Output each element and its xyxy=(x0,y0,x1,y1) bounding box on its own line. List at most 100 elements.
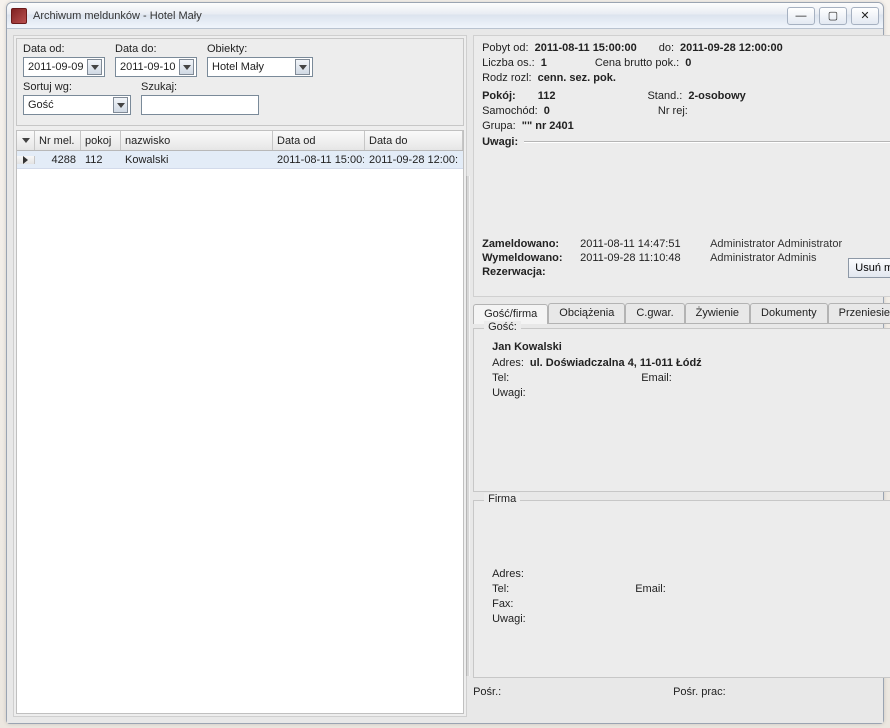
dropdown-icon xyxy=(179,59,194,75)
data-do-value: 2011-09-10 xyxy=(118,61,179,73)
samochod-value: 0 xyxy=(544,105,550,117)
tab-obciazenia[interactable]: Obciążenia xyxy=(548,303,625,323)
posr-prac-label: Pośr. prac: xyxy=(673,686,726,698)
cena-brutto-label: Cena brutto pok.: xyxy=(595,57,679,69)
company-legend: Firma xyxy=(484,493,520,505)
col-pokoj[interactable]: pokoj xyxy=(81,131,121,150)
zameld-who: Administrator Administrator xyxy=(710,238,842,250)
company-groupbox: Firma Adres: Tel: Email: Fax: Uwagi: xyxy=(473,500,890,678)
guest-legend: Gość: xyxy=(484,321,521,333)
col-nazwisko[interactable]: nazwisko xyxy=(121,131,273,150)
stay-info-panel: Pobyt od: 2011-08-11 15:00:00 do: 2011-0… xyxy=(473,35,890,297)
pobyt-do-value: 2011-09-28 12:00:00 xyxy=(680,42,783,54)
pobyt-do-label: do: xyxy=(659,42,674,54)
wymeld-label: Wymeldowano: xyxy=(482,252,580,264)
maximize-button[interactable]: ▢ xyxy=(819,7,847,25)
pokoj-label: Pokój: xyxy=(482,90,516,102)
filters-panel: Data od: 2011-09-09 Data do: 2011-09-10 xyxy=(16,38,464,126)
posr-label: Pośr.: xyxy=(473,686,673,698)
delete-registration-button[interactable]: Usuń meldunek xyxy=(848,258,890,278)
obiekty-combo[interactable]: Hotel Mały xyxy=(207,57,313,77)
pobyt-od-value: 2011-08-11 15:00:00 xyxy=(535,42,637,54)
tab-zywienie[interactable]: Żywienie xyxy=(685,303,750,323)
close-icon: ✕ xyxy=(860,9,869,22)
company-adres-label: Adres: xyxy=(492,568,524,580)
guest-adres-label: Adres: xyxy=(492,357,524,369)
guest-adres-value: ul. Doświadczalna 4, 11-011 Łódź xyxy=(530,357,702,369)
data-od-value: 2011-09-09 xyxy=(26,61,87,73)
grid-header-row: Nr mel. pokoj nazwisko Data od Data do xyxy=(17,131,463,151)
data-do-combo[interactable]: 2011-09-10 xyxy=(115,57,197,77)
rodz-rozl-label: Rodz rozl: xyxy=(482,72,532,84)
cena-brutto-value: 0 xyxy=(685,57,691,69)
cell-dataod: 2011-08-11 15:00: xyxy=(273,154,365,166)
col-datado[interactable]: Data do xyxy=(365,131,463,150)
rodz-rozl-value: cenn. sez. pok. xyxy=(538,72,616,84)
wymeld-ts: 2011-09-28 11:10:48 xyxy=(580,252,710,264)
close-button[interactable]: ✕ xyxy=(851,7,879,25)
dropdown-icon xyxy=(113,97,128,113)
company-fax-label: Fax: xyxy=(492,598,513,610)
uwagi-separator xyxy=(524,141,890,143)
current-row-icon xyxy=(23,156,28,164)
guest-groupbox: Gość: Jan Kowalski Adres: ul. Doświadcza… xyxy=(473,328,890,492)
app-icon xyxy=(11,8,27,24)
left-pane: Data od: 2011-09-09 Data do: 2011-09-10 xyxy=(13,35,467,717)
chevron-down-icon xyxy=(22,138,30,143)
dropdown-icon xyxy=(87,59,102,75)
pokoj-value: 112 xyxy=(538,90,556,102)
data-do-label: Data do: xyxy=(115,43,197,55)
company-uwagi-label: Uwagi: xyxy=(492,613,526,625)
samochod-label: Samochód: xyxy=(482,105,538,117)
maximize-icon: ▢ xyxy=(828,9,838,22)
company-tel-label: Tel: xyxy=(492,583,509,595)
guest-tel-label: Tel: xyxy=(492,372,509,384)
zameld-label: Zameldowano: xyxy=(482,238,580,250)
cell-nazwisko: Kowalski xyxy=(121,154,273,166)
col-nrmel[interactable]: Nr mel. xyxy=(35,131,81,150)
dropdown-icon xyxy=(295,59,310,75)
grid-menu-button[interactable] xyxy=(17,131,35,150)
zameld-ts: 2011-08-11 14:47:51 xyxy=(580,238,710,250)
titlebar: Archiwum meldunków - Hotel Mały — ▢ ✕ xyxy=(7,3,883,29)
szukaj-input[interactable] xyxy=(144,98,256,112)
grupa-value: "" nr 2401 xyxy=(522,120,574,132)
data-od-combo[interactable]: 2011-09-09 xyxy=(23,57,105,77)
cell-nrmel: 4288 xyxy=(35,154,81,166)
minimize-icon: — xyxy=(796,10,807,22)
cell-datado: 2011-09-28 12:00: xyxy=(365,154,463,166)
tab-cgwar[interactable]: C.gwar. xyxy=(625,303,684,323)
sortuj-value: Gość xyxy=(26,99,113,111)
nrrej-label: Nr rej: xyxy=(658,105,688,117)
app-window: Archiwum meldunków - Hotel Mały — ▢ ✕ Da… xyxy=(6,2,884,724)
table-row[interactable]: 4288 112 Kowalski 2011-08-11 15:00: 2011… xyxy=(17,151,463,169)
liczba-os-value: 1 xyxy=(541,57,547,69)
guest-name: Jan Kowalski xyxy=(492,341,890,353)
grid-body: 4288 112 Kowalski 2011-08-11 15:00: 2011… xyxy=(17,151,463,713)
guest-email-label: Email: xyxy=(641,372,672,384)
pobyt-od-label: Pobyt od: xyxy=(482,42,528,54)
minimize-button[interactable]: — xyxy=(787,7,815,25)
tab-dokumenty[interactable]: Dokumenty xyxy=(750,303,828,323)
results-grid: Nr mel. pokoj nazwisko Data od Data do 4… xyxy=(16,130,464,714)
uwagi-label: Uwagi: xyxy=(482,136,518,148)
wymeld-who: Administrator Adminis xyxy=(710,252,816,264)
obiekty-label: Obiekty: xyxy=(207,43,313,55)
splitter[interactable] xyxy=(466,176,470,676)
tab-przeniesienia[interactable]: Przeniesienia xyxy=(828,303,890,323)
tabs-row: Gość/firma Obciążenia C.gwar. Żywienie D… xyxy=(473,303,890,324)
obiekty-value: Hotel Mały xyxy=(210,61,295,73)
szukaj-label: Szukaj: xyxy=(141,81,259,93)
intermediary-row: Pośr.: Pośr. prac: xyxy=(473,686,890,698)
col-dataod[interactable]: Data od xyxy=(273,131,365,150)
window-title: Archiwum meldunków - Hotel Mały xyxy=(33,10,202,22)
stand-label: Stand.: xyxy=(647,90,682,102)
szukaj-input-wrap xyxy=(141,95,259,115)
cell-pokoj: 112 xyxy=(81,154,121,166)
sortuj-label: Sortuj wg: xyxy=(23,81,131,93)
company-email-label: Email: xyxy=(635,583,666,595)
sortuj-combo[interactable]: Gość xyxy=(23,95,131,115)
liczba-os-label: Liczba os.: xyxy=(482,57,535,69)
data-od-label: Data od: xyxy=(23,43,105,55)
guest-uwagi-label: Uwagi: xyxy=(492,387,526,399)
